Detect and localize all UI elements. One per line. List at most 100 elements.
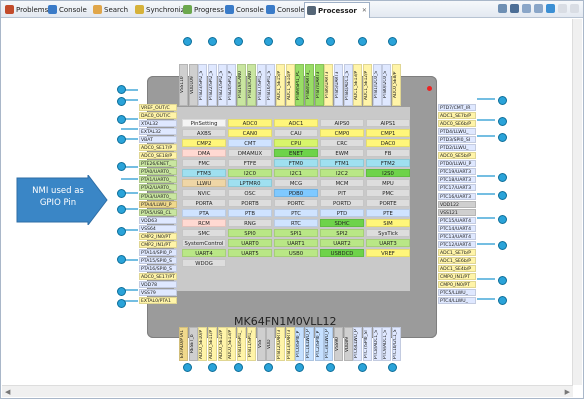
- peripheral-crc[interactable]: CRC: [320, 139, 364, 147]
- pin[interactable]: VBAT: [139, 136, 177, 144]
- peripheral-dac0[interactable]: DAC0: [366, 139, 410, 147]
- peripheral-uart2[interactable]: UART2: [320, 239, 364, 247]
- peripheral-fmc[interactable]: FMC: [182, 159, 226, 167]
- tab-problems[interactable]: Problems: [3, 2, 50, 17]
- pin[interactable]: CMP0_IN0/PT: [438, 281, 476, 289]
- pin[interactable]: EXTAL0/PTA1: [139, 297, 177, 305]
- peripheral-axbs[interactable]: AXBS: [182, 129, 226, 137]
- pin[interactable]: PTC5/LLWU_: [438, 289, 476, 297]
- pin[interactable]: VDD109: [188, 64, 198, 106]
- close-tab-icon[interactable]: ✕: [362, 7, 367, 14]
- pin-connection-icon[interactable]: [117, 115, 126, 124]
- pin[interactable]: VSS121: [438, 208, 476, 216]
- pin-connection-icon[interactable]: [326, 363, 335, 372]
- pin[interactable]: ADC0_SE17/PT: [139, 272, 177, 280]
- pin[interactable]: PTA14/SPI0_P: [139, 248, 177, 256]
- pin[interactable]: PTC0/SPI0_P: [295, 327, 305, 361]
- pin[interactable]: VREF_OUT/C: [139, 104, 177, 111]
- peripheral-i2c1[interactable]: I2C1: [274, 169, 318, 177]
- pin[interactable]: PTC7/SPI0_SI: [363, 327, 373, 361]
- peripheral-spi1[interactable]: SPI1: [274, 229, 318, 237]
- tab-processor-7[interactable]: Processor ✕: [304, 2, 370, 18]
- peripheral-sdhc[interactable]: SDHC: [320, 219, 364, 227]
- pin-connection-icon[interactable]: [295, 37, 304, 46]
- pin[interactable]: CMP0_IN1/PT: [438, 272, 476, 280]
- pin-connection-icon[interactable]: [498, 117, 507, 126]
- pin-connection-icon[interactable]: [498, 296, 507, 305]
- peripheral-cpu[interactable]: CPU: [274, 139, 318, 147]
- pin-view-icon[interactable]: [498, 4, 507, 13]
- peripheral-porte[interactable]: PORTE: [366, 199, 410, 207]
- pin[interactable]: ADC1_SE14/P: [285, 64, 295, 106]
- pin[interactable]: VSS90: [334, 327, 343, 361]
- pin[interactable]: PTC13/UART4: [438, 232, 476, 240]
- pin[interactable]: PTD2/LLWU_: [438, 144, 476, 152]
- pin[interactable]: ADC1_SE7b/P: [438, 248, 476, 256]
- peripheral-cmp0[interactable]: CMP0: [320, 129, 364, 137]
- peripheral-dma[interactable]: DMA: [182, 149, 226, 157]
- pin[interactable]: PTB22/SPI2_S: [208, 64, 218, 106]
- tab-console[interactable]: Console: [46, 2, 89, 17]
- peripheral-uart1[interactable]: UART1: [274, 239, 318, 247]
- peripheral-portc[interactable]: PORTC: [274, 199, 318, 207]
- pin[interactable]: ADC0_SE12/P: [217, 327, 227, 361]
- pin-connection-icon[interactable]: [117, 189, 126, 198]
- pin[interactable]: RESET_b: [188, 327, 198, 361]
- pin[interactable]: ADC1_SE15/P: [275, 64, 285, 106]
- peripheral-cmp2[interactable]: CMP2: [182, 139, 226, 147]
- scroll-left-icon[interactable]: ◀: [5, 388, 10, 396]
- pin[interactable]: PTC15/UART4: [438, 216, 476, 224]
- pin[interactable]: PTD0/LLWU_P: [438, 160, 476, 168]
- peripheral-pmc[interactable]: PMC: [366, 189, 410, 197]
- minimize-icon[interactable]: [558, 4, 567, 13]
- refresh-icon[interactable]: [546, 4, 555, 13]
- pin-connection-icon[interactable]: [388, 363, 397, 372]
- pin[interactable]: ADC1_SE6b/P: [438, 256, 476, 264]
- peripheral-sim[interactable]: SIM: [366, 219, 410, 227]
- scroll-right-icon[interactable]: ▶: [565, 388, 570, 396]
- pin[interactable]: PTB1/I2C0_S: [372, 64, 382, 106]
- pin[interactable]: ADC0_SE10/P: [198, 327, 208, 361]
- pin[interactable]: PTB18/CAN0: [246, 64, 256, 106]
- peripheral-cmp1[interactable]: CMP1: [366, 129, 410, 137]
- pin-connection-icon[interactable]: [117, 85, 126, 94]
- peripheral-cmt[interactable]: CMT: [228, 139, 272, 147]
- peripheral-portd[interactable]: PORTD: [320, 199, 364, 207]
- pin[interactable]: PTB0/I2C0_S: [382, 64, 392, 106]
- pin-connection-icon[interactable]: [498, 241, 507, 250]
- pin[interactable]: PTB16/SPI1_S: [266, 64, 276, 106]
- pin-connection-icon[interactable]: [117, 135, 126, 144]
- pin-connection-icon[interactable]: [264, 37, 273, 46]
- peripheral-wdog[interactable]: WDOG: [182, 259, 226, 267]
- pin[interactable]: PTE26/ENET_: [139, 160, 177, 168]
- pin[interactable]: PTC2/SPI0_P: [314, 327, 324, 361]
- tab-console-5[interactable]: Console: [223, 2, 266, 17]
- pin[interactable]: PTC14/UART4: [438, 224, 476, 232]
- zoom-out-icon[interactable]: [522, 4, 531, 13]
- pin[interactable]: PTB23/SPI2_S: [198, 64, 208, 106]
- pin-connection-icon[interactable]: [358, 363, 367, 372]
- peripheral-mcm[interactable]: MCM: [320, 179, 364, 187]
- pin[interactable]: ADC0_SE18/P: [139, 152, 177, 160]
- pin[interactable]: PTA4/LLWU_P: [139, 200, 177, 208]
- peripheral-pit[interactable]: PIT: [320, 189, 364, 197]
- peripheral-ftm2[interactable]: FTM2: [366, 159, 410, 167]
- pin[interactable]: PTA1/UART0_: [139, 176, 177, 184]
- peripheral-lptmr0[interactable]: LPTMR0: [228, 179, 272, 187]
- pin[interactable]: PTB7/UART3: [314, 64, 324, 106]
- peripheral-ptb[interactable]: PTB: [228, 209, 272, 217]
- maximize-icon[interactable]: [570, 4, 579, 13]
- settings-icon[interactable]: [510, 4, 519, 13]
- peripheral-i2c0[interactable]: I2C0: [228, 169, 272, 177]
- peripheral-adc0[interactable]: ADC0: [228, 119, 272, 127]
- pin[interactable]: PTD3/SPI0_SI: [438, 136, 476, 144]
- peripheral-uart0[interactable]: UART0: [228, 239, 272, 247]
- pin[interactable]: XTAL32: [139, 120, 177, 128]
- peripheral-i2s0[interactable]: I2S0: [366, 169, 410, 177]
- peripheral-fb[interactable]: FB: [366, 149, 410, 157]
- peripheral-dmamux[interactable]: DMAMUX: [228, 149, 272, 157]
- peripheral-spi0[interactable]: SPI0: [228, 229, 272, 237]
- peripheral-cau[interactable]: CAU: [274, 129, 318, 137]
- pin[interactable]: VSS: [256, 327, 266, 361]
- pin-connection-icon[interactable]: [326, 37, 335, 46]
